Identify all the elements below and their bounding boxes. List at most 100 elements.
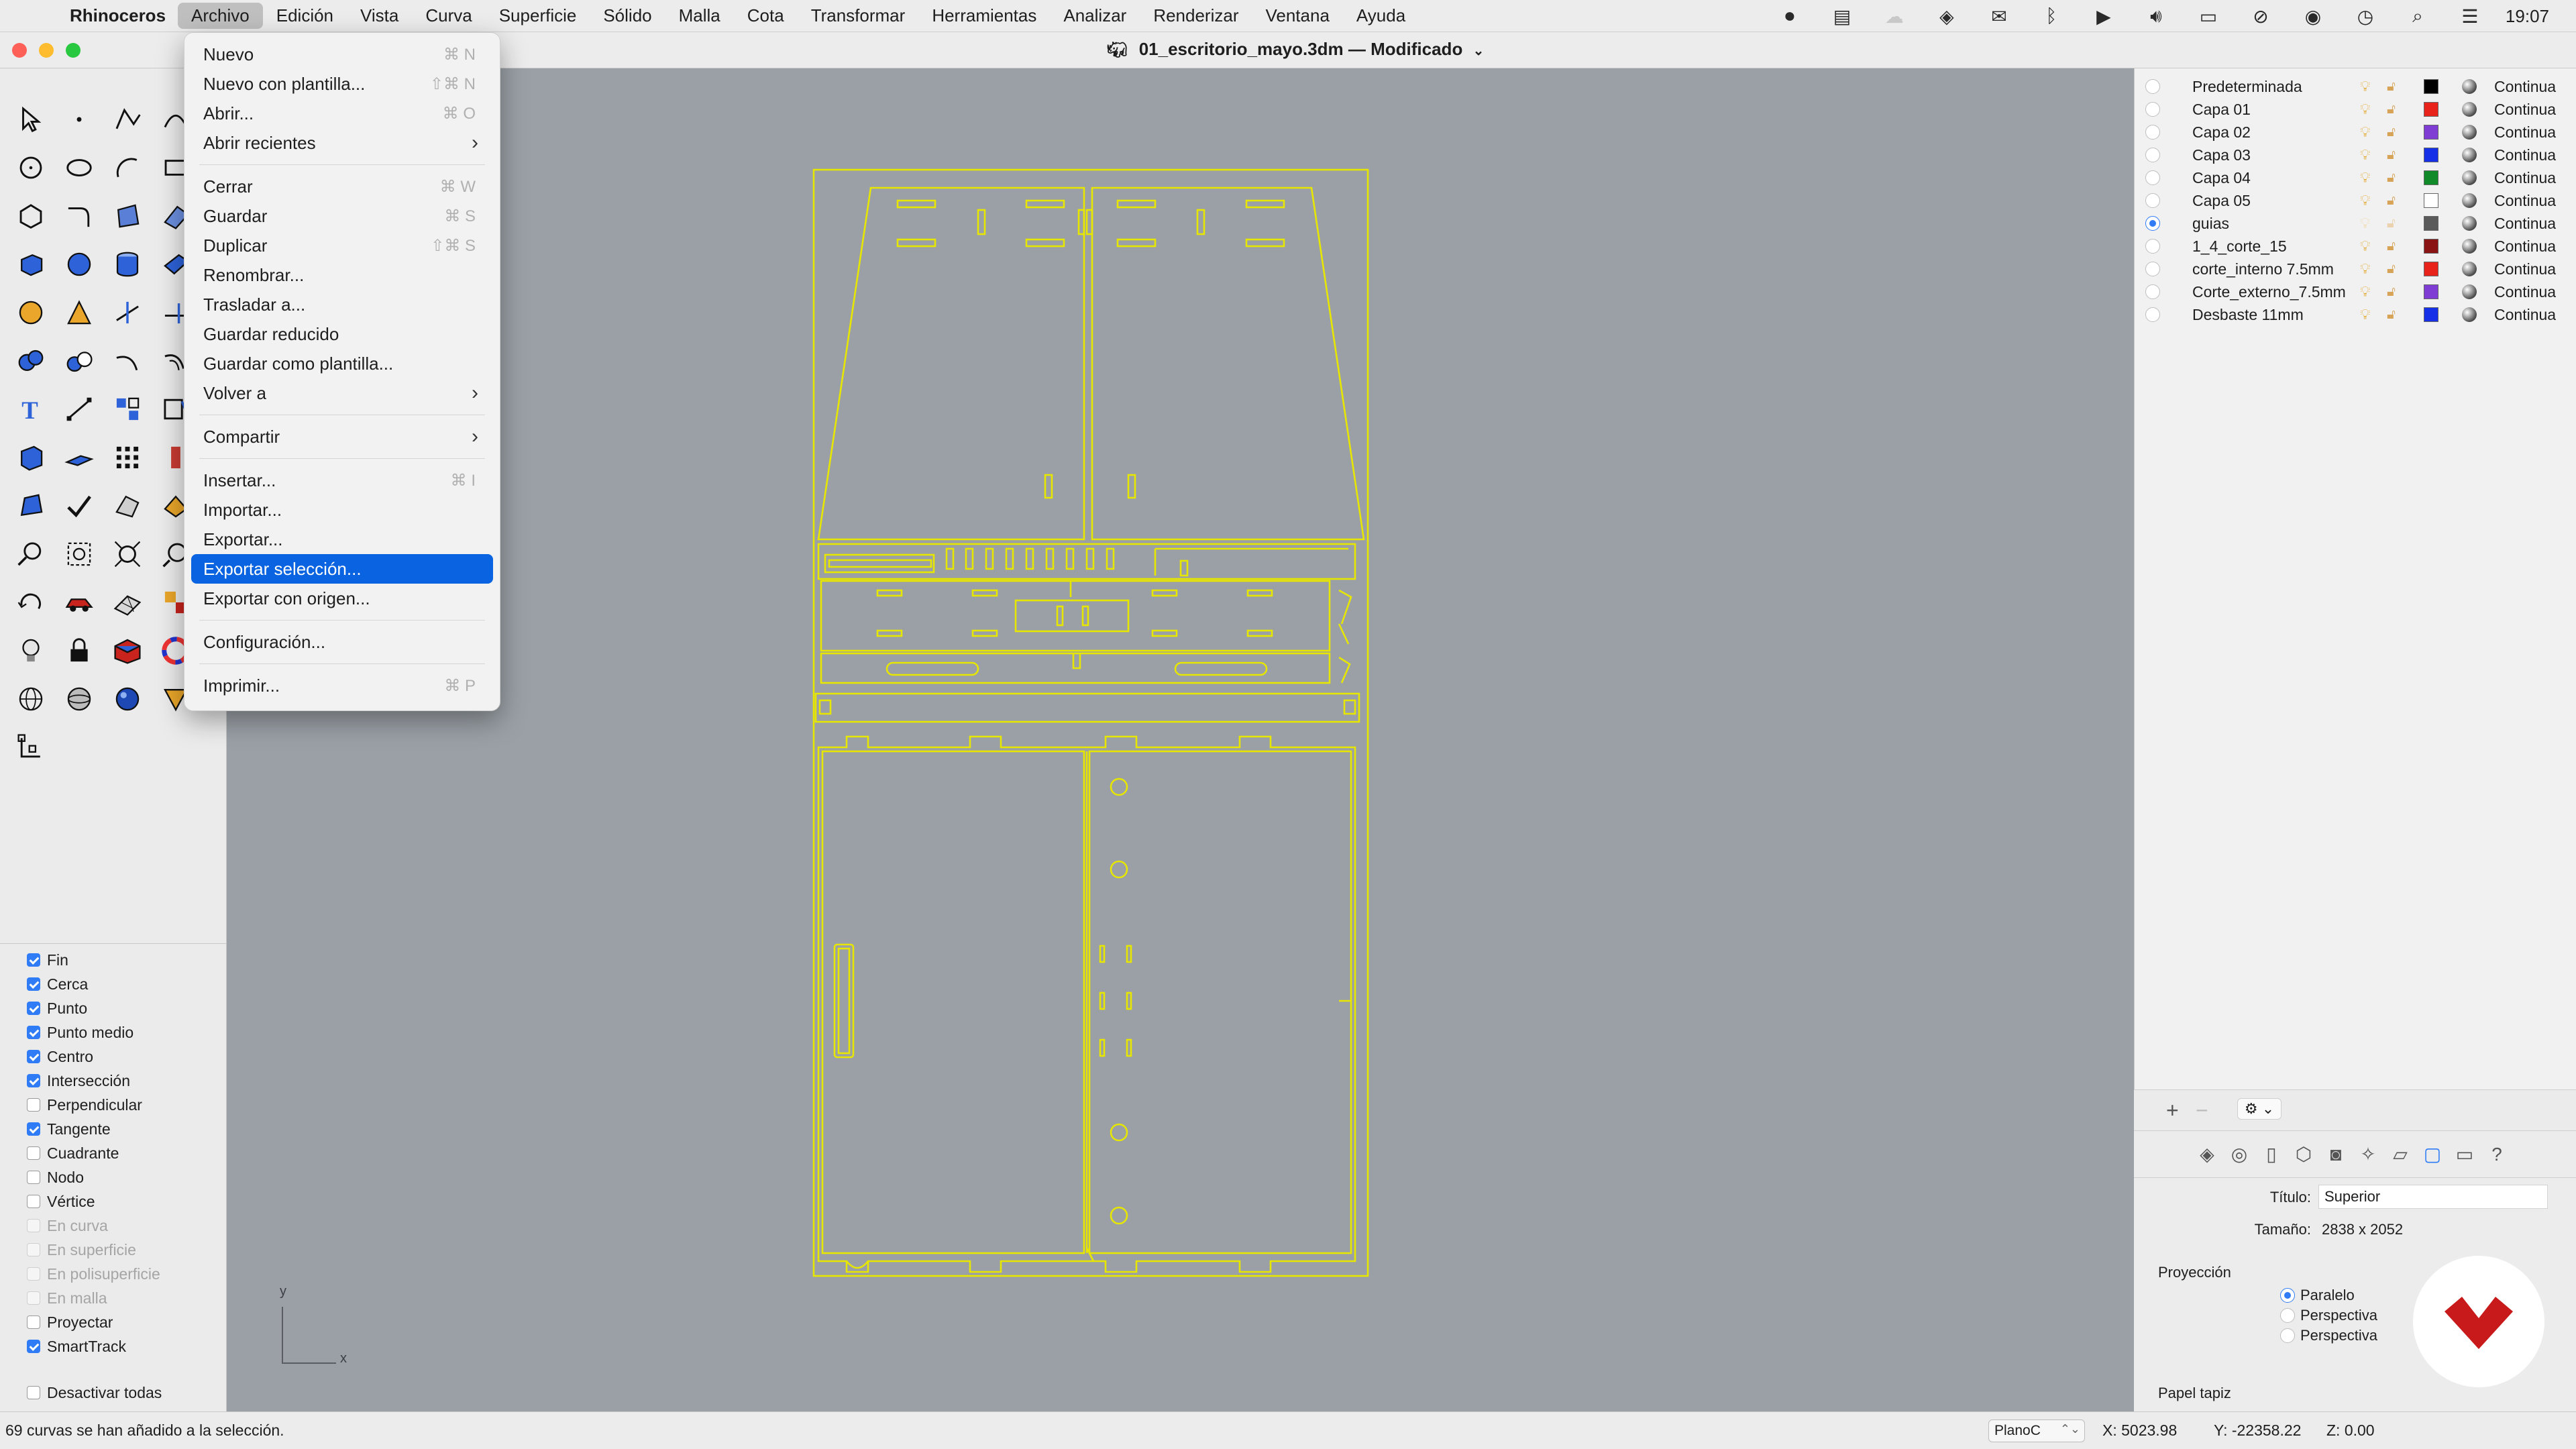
wireframe-sphere-icon[interactable] <box>7 675 55 723</box>
shaded-sphere-icon[interactable] <box>103 675 152 723</box>
box-icon[interactable] <box>7 240 55 288</box>
layer-name[interactable]: Capa 04 <box>2192 169 2251 187</box>
document-icon[interactable]: ▯ <box>2259 1142 2284 1167</box>
car-render-icon[interactable] <box>55 578 103 627</box>
monitor-icon[interactable]: ▭ <box>2452 1142 2477 1167</box>
file-menu-item[interactable]: Exportar selección... <box>191 554 493 584</box>
osnap-checkbox[interactable] <box>27 1171 40 1184</box>
layer-name[interactable]: Corte_externo_7.5mm <box>2192 283 2346 301</box>
render-icon[interactable] <box>55 288 103 337</box>
file-menu-item[interactable]: Abrir... ⌘ O <box>191 99 493 128</box>
document-title[interactable]: 🦏︎ 01_escritorio_mayo.3dm — Modificado ⌄ <box>1107 39 1484 60</box>
visibility-bulb-icon[interactable]: 💡︎ <box>2360 146 2370 164</box>
layer-row[interactable]: Capa 04 💡︎ 🔓︎ Continua <box>2135 166 2576 189</box>
disable-all-osnaps[interactable]: Desactivar todas <box>0 1381 162 1405</box>
layer-color-swatch[interactable] <box>2424 125 2438 140</box>
layer-row[interactable]: Capa 03 💡︎ 🔓︎ Continua <box>2135 144 2576 166</box>
file-menu-item[interactable]: Abrir recientes › <box>191 128 493 158</box>
bluetooth-icon[interactable]: ᛒ <box>2025 5 2078 27</box>
record-icon[interactable]: ⏺ <box>1764 5 1816 28</box>
layer-name[interactable]: Capa 02 <box>2192 123 2251 142</box>
ghosted-sphere-icon[interactable] <box>55 675 103 723</box>
layer-linetype[interactable]: Continua <box>2494 306 2556 324</box>
disable-all-checkbox[interactable] <box>27 1386 40 1399</box>
layer-row[interactable]: Capa 01 💡︎ 🔓︎ Continua <box>2135 98 2576 121</box>
layer-material-icon[interactable] <box>2462 170 2477 185</box>
camera-icon[interactable]: ◙ <box>2323 1142 2349 1167</box>
volume-icon[interactable]: 🔊︎ <box>2130 5 2182 28</box>
fillet-curve-icon[interactable] <box>55 192 103 240</box>
layer-name[interactable]: Capa 05 <box>2192 192 2251 210</box>
menu-ventana[interactable]: Ventana <box>1252 3 1342 29</box>
boolean-difference-icon[interactable] <box>55 337 103 385</box>
group-icon[interactable] <box>103 385 152 433</box>
layer-linetype[interactable]: Continua <box>2494 215 2556 233</box>
time-machine-icon[interactable]: ◷ <box>2339 5 2392 28</box>
menu-superficie[interactable]: Superficie <box>486 3 590 29</box>
cplane-icon[interactable] <box>55 433 103 482</box>
solid-tools-icon[interactable] <box>7 433 55 482</box>
text-icon[interactable]: T <box>7 385 55 433</box>
surface-points-icon[interactable] <box>103 192 152 240</box>
layer-row[interactable]: Predeterminada 💡︎ 🔓︎ Continua <box>2135 75 2576 98</box>
osnap-checkbox[interactable] <box>27 1340 40 1353</box>
material-icon[interactable]: ◎ <box>2226 1142 2252 1167</box>
array-icon[interactable] <box>103 433 152 482</box>
visibility-bulb-icon[interactable]: 💡︎ <box>2360 306 2370 323</box>
current-layer-radio[interactable] <box>2145 284 2160 299</box>
file-menu-item[interactable]: Renombrar... <box>191 260 493 290</box>
menu-curva[interactable]: Curva <box>412 3 485 29</box>
layer-name[interactable]: Capa 01 <box>2192 101 2251 119</box>
current-layer-radio[interactable] <box>2145 170 2160 185</box>
layer-options-button[interactable]: ⚙ ⌄ <box>2237 1098 2282 1120</box>
current-layer-radio[interactable] <box>2145 262 2160 276</box>
osnap-item[interactable]: Perpendicular <box>0 1093 226 1117</box>
layer-material-icon[interactable] <box>2462 239 2477 254</box>
current-layer-radio[interactable] <box>2145 239 2160 254</box>
viewport-title-input[interactable]: Superior <box>2318 1185 2548 1209</box>
layer-row[interactable]: 1_4_corte_15 💡︎ 🔓︎ Continua <box>2135 235 2576 258</box>
osnap-checkbox[interactable] <box>27 1026 40 1039</box>
layer-color-swatch[interactable] <box>2424 193 2438 208</box>
check-icon[interactable] <box>55 482 103 530</box>
minimize-window-button[interactable] <box>39 43 54 58</box>
osnap-checkbox[interactable] <box>27 1098 40 1112</box>
play-icon[interactable]: ▶ <box>2078 5 2130 28</box>
visibility-bulb-icon[interactable]: 💡︎ <box>2360 260 2370 278</box>
layer-row[interactable]: corte_interno 7.5mm 💡︎ 🔓︎ Continua <box>2135 258 2576 280</box>
rotate-view-icon[interactable] <box>7 578 55 627</box>
current-layer-radio[interactable] <box>2145 125 2160 140</box>
dropbox-icon[interactable]: ◈ <box>1921 5 1973 28</box>
visibility-bulb-icon[interactable]: 💡︎ <box>2360 101 2370 118</box>
lock-icon[interactable]: 🔓︎ <box>2387 307 2396 323</box>
layer-linetype[interactable]: Continua <box>2494 192 2556 210</box>
mail-icon[interactable]: ✉ <box>1973 5 2025 28</box>
lock-icon[interactable]: 🔓︎ <box>2387 170 2396 186</box>
layer-linetype[interactable]: Continua <box>2494 101 2556 119</box>
menu-ayuda[interactable]: Ayuda <box>1343 3 1419 29</box>
layer-color-swatch[interactable] <box>2424 307 2438 322</box>
layer-material-icon[interactable] <box>2462 307 2477 322</box>
clock[interactable]: 19:07 <box>2496 6 2576 27</box>
osnap-checkbox[interactable] <box>27 1074 40 1087</box>
layer-name[interactable]: guias <box>2192 215 2229 233</box>
osnap-checkbox[interactable] <box>27 1195 40 1208</box>
lock-icon[interactable]: 🔓︎ <box>2387 148 2396 163</box>
app-menu[interactable]: Rhinoceros <box>58 5 178 26</box>
zoom-icon[interactable] <box>7 530 55 578</box>
layer-row[interactable]: Capa 02 💡︎ 🔓︎ Continua <box>2135 121 2576 144</box>
osnap-item[interactable]: Cuadrante <box>0 1141 226 1165</box>
dimension-icon[interactable] <box>55 385 103 433</box>
file-menu-item[interactable]: Trasladar a... <box>191 290 493 319</box>
layer-linetype[interactable]: Continua <box>2494 237 2556 256</box>
layer-material-icon[interactable] <box>2462 102 2477 117</box>
visibility-bulb-icon[interactable]: 💡︎ <box>2360 123 2370 141</box>
layer-material-icon[interactable] <box>2462 125 2477 140</box>
layers-icon[interactable]: ◈ <box>2194 1142 2220 1167</box>
layer-name[interactable]: Predeterminada <box>2192 78 2302 96</box>
osnap-item[interactable]: Punto <box>0 996 226 1020</box>
search-icon[interactable]: ⌕ <box>2392 5 2444 28</box>
cloud-icon[interactable]: ☁ <box>1868 5 1921 28</box>
osnap-item[interactable]: Punto medio <box>0 1020 226 1044</box>
arc-icon[interactable] <box>103 144 152 192</box>
